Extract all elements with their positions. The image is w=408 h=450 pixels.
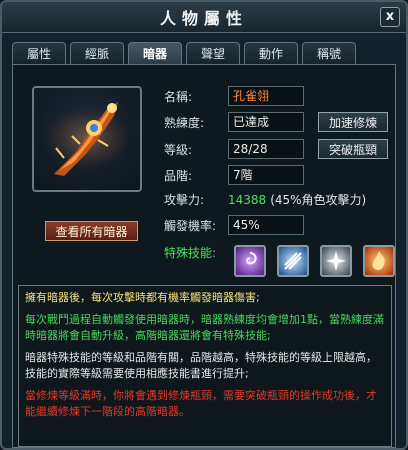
attack-extra: (45%角色攻擊力): [270, 193, 367, 207]
level-label: 等級:: [164, 142, 193, 157]
character-attributes-window: 人物屬性 x 屬性 經脈 暗器 聲望 動作 稱號 查看所有暗器 名稱: 孔雀翎 …: [0, 0, 408, 450]
proficiency-row: 熟練度: 已達成: [164, 112, 304, 132]
special-skills-label: 特殊技能:: [164, 246, 217, 260]
name-value: 孔雀翎: [228, 86, 304, 106]
trigger-rate-row: 觸發機率: 45%: [164, 215, 304, 235]
breakthrough-button[interactable]: 突破瓶頸: [318, 139, 388, 159]
level-row: 等級: 28/28: [164, 139, 304, 159]
tab-attributes[interactable]: 屬性: [12, 42, 66, 64]
attack-value: 14388: [228, 192, 267, 207]
attack-row: 攻擊力: 14388 (45%角色攻擊力): [164, 191, 366, 208]
proficiency-value: 已達成: [228, 112, 304, 132]
silver-burst-icon[interactable]: [320, 245, 352, 277]
description-line-2: 每次戰鬥過程自動觸發使用暗器時，暗器熟練度均會增加1點，當熟練度滿時暗器將會自動…: [25, 313, 384, 342]
grade-row: 品階: 7階: [164, 165, 304, 185]
tab-bar: 屬性 經脈 暗器 聲望 動作 稱號: [12, 42, 360, 64]
proficiency-label: 熟練度:: [164, 115, 205, 130]
tab-actions[interactable]: 動作: [244, 42, 298, 64]
hidden-weapon-icon-frame: [32, 86, 142, 192]
trigger-rate-value: 45%: [228, 215, 304, 235]
accelerate-practice-button[interactable]: 加速修煉: [318, 112, 388, 132]
description-box: 擁有暗器後，每次攻擊時都有機率觸發暗器傷害; 每次戰鬥過程自動觸發使用暗器時，暗…: [18, 285, 392, 447]
attack-label: 攻擊力:: [164, 193, 205, 207]
level-value: 28/28: [228, 139, 304, 159]
description-line-4: 當修煉等級滿時，你將會遇到修煉瓶頸，需要突破瓶頸的操作成功後，才能繼續修煉下一階…: [25, 389, 377, 418]
description-line-1: 擁有暗器後，每次攻擊時都有機率觸發暗器傷害;: [25, 291, 260, 304]
ice-shard-icon[interactable]: [277, 245, 309, 277]
grade-value: 7階: [228, 165, 304, 185]
description-line-3: 暗器特殊技能的等級和品階有關，品階越高，特殊技能的等級上限越高，技能的實際等級需…: [25, 351, 377, 380]
close-button[interactable]: x: [380, 7, 400, 27]
tab-hidden-weapon[interactable]: 暗器: [128, 42, 182, 64]
fire-phoenix-icon[interactable]: [363, 245, 395, 277]
peacock-feather-weapon-icon: [45, 102, 129, 176]
window-title: 人物屬性: [159, 9, 248, 28]
trigger-rate-label: 觸發機率:: [164, 218, 217, 233]
tab-reputation[interactable]: 聲望: [186, 42, 240, 64]
name-label: 名稱:: [164, 89, 193, 104]
tab-meridians[interactable]: 經脈: [70, 42, 124, 64]
view-all-hidden-weapons-button[interactable]: 查看所有暗器: [45, 221, 138, 241]
grade-label: 品階:: [164, 168, 193, 183]
title-bar: 人物屬性 x: [2, 2, 406, 33]
purple-vortex-icon[interactable]: [234, 245, 266, 277]
tab-titles[interactable]: 稱號: [302, 42, 356, 64]
name-row: 名稱: 孔雀翎: [164, 86, 304, 106]
